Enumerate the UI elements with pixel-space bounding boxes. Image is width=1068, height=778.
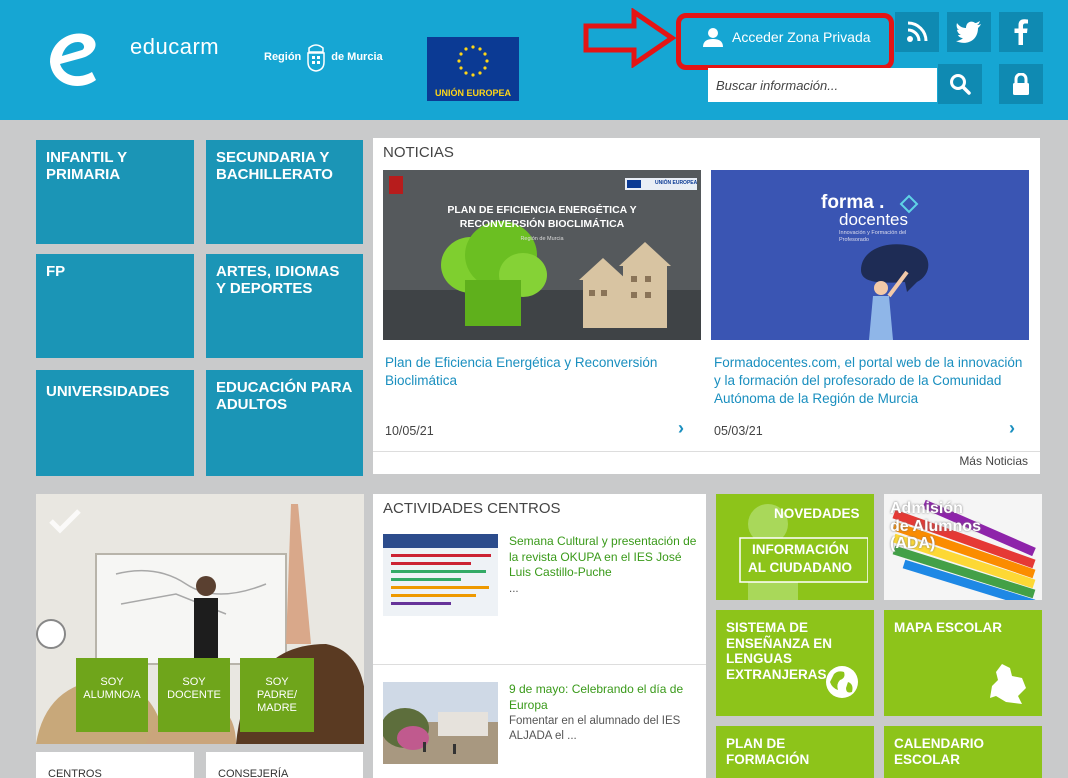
energy-image-heading: PLAN DE EFICIENCIA ENERGÉTICA Y RECONVER… xyxy=(447,204,637,230)
news-title-formadocentes[interactable]: Formadocentes.com, el portal web de la i… xyxy=(714,354,1032,409)
activity-image-europa[interactable] xyxy=(383,682,498,764)
mapa-escolar-tile[interactable]: MAPA ESCOLAR xyxy=(884,610,1042,716)
calendario-escolar-tile[interactable]: CALENDARIO ESCOLAR xyxy=(884,726,1042,778)
red-arrow-icon xyxy=(583,8,677,68)
tile-artes-idiomas-deportes[interactable]: ARTES, IDIOMAS Y DEPORTES xyxy=(206,254,363,358)
energy-plan-illustration xyxy=(383,170,701,340)
news-panel-title: NOTICIAS xyxy=(383,144,454,161)
novedades-info-tile[interactable]: NOVEDADES INFORMACIÓN AL CIUDADANO xyxy=(716,494,874,600)
sistema-lenguas-tile[interactable]: SISTEMA DE ENSEÑANZA EN LENGUAS EXTRANJE… xyxy=(716,610,874,716)
tile-secundaria-bachillerato[interactable]: SECUNDARIA Y BACHILLERATO xyxy=(206,140,363,244)
private-zone-label: Acceder Zona Privada xyxy=(732,29,871,45)
role-teacher-button[interactable]: SOY DOCENTE xyxy=(158,658,230,732)
search-icon xyxy=(950,74,971,95)
news-divider xyxy=(373,451,1040,452)
news-image-formadocentes[interactable]: forma . docentes Innovación y Formación … xyxy=(711,170,1029,340)
admision-line1: Admisión xyxy=(890,500,963,517)
admision-line2: de Alumnos xyxy=(890,517,981,535)
tile-infantil-primaria[interactable]: INFANTIL Y PRIMARIA xyxy=(36,140,194,244)
novedades-label: NOVEDADES xyxy=(774,506,860,521)
twitter-icon xyxy=(956,21,981,43)
tile-educacion-adultos[interactable]: EDUCACIÓN PARA ADULTOS xyxy=(206,370,363,476)
role-student-line1: SOY xyxy=(100,676,124,688)
consejeria-label: CONSEJERÍA xyxy=(218,768,289,778)
news-date-formadocentes: 05/03/21 xyxy=(714,424,763,438)
info-line1: INFORMACIÓN xyxy=(752,542,849,557)
centros-tile[interactable]: CENTROS xyxy=(36,752,194,778)
region-murcia-logo[interactable]: Región de Murcia xyxy=(264,42,383,72)
role-student-button[interactable]: SOY ALUMNO/A xyxy=(76,658,148,732)
admision-tile[interactable]: Admisión de Alumnos (ADA) xyxy=(884,494,1042,600)
educarm-logo-icon[interactable] xyxy=(38,24,104,90)
activities-divider xyxy=(373,664,706,665)
plan-formacion-tile[interactable]: PLAN DE FORMACIÓN xyxy=(716,726,874,778)
lock-icon xyxy=(1013,73,1029,95)
activity-title-okupa[interactable]: Semana Cultural y presentación de la rev… xyxy=(509,534,699,581)
tile-universidades[interactable]: UNIVERSIDADES xyxy=(36,370,194,476)
more-news-link[interactable]: Más Noticias xyxy=(959,454,1028,468)
search-input[interactable] xyxy=(708,68,937,102)
check-icon xyxy=(49,509,81,534)
activity-image-okupa[interactable] xyxy=(383,534,498,616)
role-parent-button[interactable]: SOY PADRE/ MADRE xyxy=(240,658,314,732)
role-teacher-line2: DOCENTE xyxy=(167,689,221,702)
formadocentes-tagline: Innovación y Formación del Profesorado xyxy=(839,230,907,243)
admision-label: Admisión de Alumnos (ADA) xyxy=(890,500,981,553)
news-image-energy[interactable]: PLAN DE EFICIENCIA ENERGÉTICA Y RECONVER… xyxy=(383,170,701,340)
admision-line3: (ADA) xyxy=(890,535,936,553)
role-parent-line3: MADRE xyxy=(257,702,297,715)
role-student-line2: ALUMNO/A xyxy=(83,689,141,702)
news-date-energy: 10/05/21 xyxy=(385,424,434,438)
activity-desc-europa: Fomentar en el alumnado del IES ALJADA e… xyxy=(509,715,681,742)
site-header: educarm Región de Murcia UNIÓN EUROPEA A… xyxy=(0,0,1068,120)
eu-stars-icon xyxy=(457,45,489,77)
mapa-label: MAPA ESCOLAR xyxy=(894,620,1002,635)
private-zone-link[interactable]: Acceder Zona Privada xyxy=(702,27,871,47)
activity-title-europa[interactable]: 9 de mayo: Celebrando el día de Europa xyxy=(509,682,699,713)
role-teacher-line1: SOY xyxy=(182,676,206,688)
news-title-energy[interactable]: Plan de Eficiencia Energética y Reconver… xyxy=(385,354,695,390)
calendario-label: CALENDARIO ESCOLAR xyxy=(894,736,984,767)
role-parent-line2: PADRE/ xyxy=(256,689,298,702)
news-panel: NOTICIAS PLAN DE EFICIENCIA ENERGÉTICA Y… xyxy=(373,138,1040,474)
user-icon xyxy=(703,28,723,47)
formadocentes-brand-bottom: docentes xyxy=(839,210,908,229)
tile-fp[interactable]: FP xyxy=(36,254,194,358)
consejeria-tile[interactable]: CONSEJERÍA xyxy=(206,752,363,778)
region-left-text: Región xyxy=(264,51,302,63)
facebook-icon xyxy=(1014,19,1028,45)
eu-label: UNIÓN EUROPEA xyxy=(434,88,511,98)
eu-flag: UNIÓN EUROPEA xyxy=(427,37,519,101)
brand-name[interactable]: educarm xyxy=(130,34,219,60)
energy-image-badge: UNIÓN EUROPEA xyxy=(655,180,698,186)
role-parent-line1: SOY xyxy=(265,676,289,688)
region-right-text: de Murcia xyxy=(331,51,383,63)
globe-icon xyxy=(826,666,858,698)
info-line2: AL CIUDADANO xyxy=(748,560,852,575)
rss-icon xyxy=(907,21,928,42)
crest-icon xyxy=(307,44,326,72)
plan-label: PLAN DE FORMACIÓN xyxy=(726,736,810,767)
search-button[interactable] xyxy=(938,64,982,104)
europa-photo xyxy=(383,682,498,764)
centros-label: CENTROS xyxy=(48,768,102,778)
activities-panel: ACTIVIDADES CENTROS Semana Cultural y pr… xyxy=(373,494,706,778)
twitter-button[interactable] xyxy=(947,12,991,52)
okupa-poster xyxy=(383,534,498,616)
energy-image-sub: Región de Murcia xyxy=(520,236,564,242)
map-region-icon xyxy=(990,664,1026,704)
activity-desc-okupa: ... xyxy=(509,583,519,595)
activities-panel-title: ACTIVIDADES CENTROS xyxy=(383,500,561,517)
news-chevron-energy-icon[interactable]: › xyxy=(678,418,684,439)
lock-button[interactable] xyxy=(999,64,1043,104)
rss-button[interactable] xyxy=(895,12,939,52)
news-chevron-formadocentes-icon[interactable]: › xyxy=(1009,418,1015,439)
facebook-button[interactable] xyxy=(999,12,1043,52)
